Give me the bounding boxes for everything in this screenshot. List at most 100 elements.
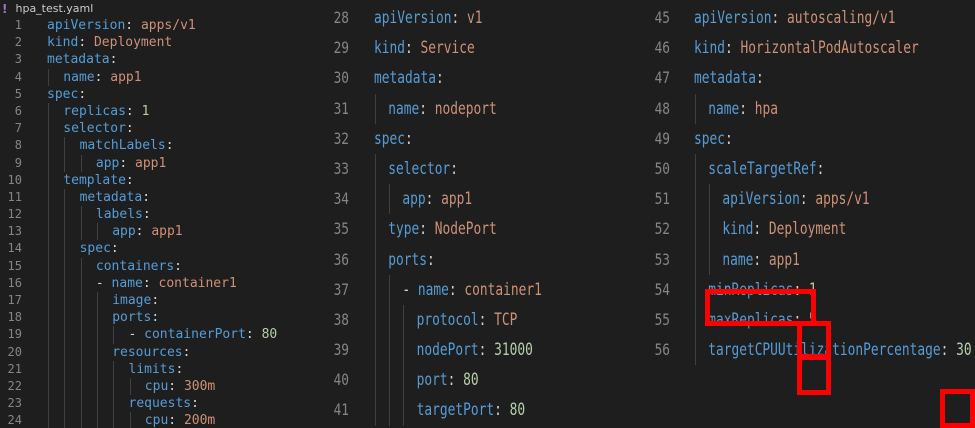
yaml-key: name — [722, 249, 754, 269]
code-line[interactable]: 4 name: app1 — [0, 68, 318, 86]
code-line[interactable]: 14 spec: — [0, 240, 318, 258]
code-line[interactable]: 9 app: app1 — [0, 154, 318, 172]
yaml-string-value: NodePort — [434, 219, 497, 239]
line-number: 4 — [14, 69, 22, 84]
code-lines[interactable]: 28 apiVersion: v1 29 kind: Service 30 metadat… — [325, 3, 640, 426]
code-text: - name: container1 — [374, 275, 541, 305]
code-line[interactable]: 52 kind: Deployment — [646, 214, 975, 245]
code-line[interactable]: 18 ports: — [0, 309, 318, 327]
yaml-punctuation: : — [135, 224, 152, 240]
yaml-string-value: 300m — [183, 378, 216, 394]
yaml-key: apiVersion — [47, 18, 126, 33]
line-number: 6 — [14, 103, 22, 118]
code-text: name: hpa — [694, 94, 778, 124]
yaml-punctuation: : — [816, 158, 825, 178]
code-line[interactable]: 5 spec: — [0, 86, 318, 103]
code-line[interactable]: 34 app: app1 — [325, 184, 640, 215]
editor-pane-service[interactable]: 28 apiVersion: v1 29 kind: Service 30 metadat… — [325, 0, 640, 428]
yaml-number-value: 31000 — [494, 340, 533, 360]
file-tab[interactable]: ! hpa_test.yaml — [0, 0, 318, 17]
code-lines[interactable]: 1 apiVersion: apps/v1 2 kind: Deployment 3 me… — [0, 17, 318, 428]
line-number: 22 — [7, 378, 22, 393]
code-line[interactable]: 24 cpu: 200m — [0, 412, 318, 428]
code-line[interactable]: 13 app: app1 — [0, 223, 318, 241]
code-line[interactable]: 7 selector: — [0, 120, 318, 138]
line-number: 52 — [654, 219, 670, 239]
code-line[interactable]: 8 matchLabels: — [0, 137, 318, 155]
code-line[interactable]: 22 cpu: 300m — [0, 377, 318, 396]
editor-pane-deployment[interactable]: ! hpa_test.yaml 1 apiVersion: apps/v1 2 kin… — [0, 0, 318, 428]
code-line[interactable]: 23 requests: — [0, 395, 318, 413]
code-line[interactable]: 32 spec: — [325, 124, 640, 154]
code-line[interactable]: 35 type: NodePort — [325, 214, 640, 245]
yaml-file-icon: ! — [2, 1, 8, 16]
yaml-string-value: container1 — [158, 275, 237, 291]
code-line[interactable]: 16 - name: container1 — [0, 274, 318, 292]
code-line[interactable]: 41 targetPort: 80 — [325, 395, 640, 426]
code-line[interactable]: 38 protocol: TCP — [325, 304, 640, 336]
code-text: replicas: 1 — [47, 103, 149, 120]
code-line[interactable]: 33 selector: — [325, 153, 640, 185]
yaml-punctuation: : — [142, 207, 151, 223]
yaml-key: scaleTargetRef — [708, 158, 817, 178]
code-line[interactable]: 11 metadata: — [0, 188, 318, 207]
yaml-key: apiVersion — [722, 189, 800, 209]
line-number: 13 — [7, 224, 22, 239]
code-line[interactable]: 37 - name: container1 — [325, 274, 640, 305]
yaml-key: requests — [128, 396, 192, 412]
code-line[interactable]: 51 apiVersion: apps/v1 — [646, 184, 975, 215]
line-number: 12 — [7, 207, 22, 222]
code-line[interactable]: 2 kind: Deployment — [0, 34, 318, 51]
yaml-number-value: 30 — [956, 340, 972, 360]
code-line[interactable]: 36 ports: — [325, 244, 640, 275]
yaml-punctuation: : — [174, 258, 182, 274]
code-text: protocol: TCP — [374, 305, 518, 335]
code-line[interactable]: 28 apiVersion: v1 — [325, 3, 640, 33]
code-line[interactable]: 45 apiVersion: autoscaling/v1 — [646, 3, 975, 33]
code-line[interactable]: 31 name: nodeport — [325, 93, 640, 124]
code-text: targetCPUUtilizationPercentage: 30 — [694, 335, 972, 365]
code-line[interactable]: 39 nodePort: 31000 — [325, 335, 640, 366]
yaml-string-value: apps/v1 — [815, 189, 870, 209]
code-line[interactable]: 12 labels: — [0, 206, 318, 224]
yaml-punctuation: : — [425, 189, 442, 209]
line-number: 30 — [333, 68, 349, 88]
code-line[interactable]: 47 metadata: — [646, 63, 975, 93]
yaml-punctuation: : — [419, 98, 435, 118]
yaml-punctuation: : — [448, 279, 465, 299]
line-number: 31 — [333, 98, 349, 118]
code-line[interactable]: 49 spec: — [646, 124, 975, 154]
yaml-key: image — [112, 293, 152, 308]
line-number: 28 — [333, 8, 349, 27]
line-number: 20 — [7, 344, 22, 359]
code-line[interactable]: 3 metadata: — [0, 51, 318, 68]
code-line[interactable]: 53 name: app1 — [646, 244, 975, 275]
yaml-punctuation: : — [168, 378, 184, 394]
yaml-key: ports — [112, 310, 152, 326]
code-line[interactable]: 46 kind: HorizontalPodAutoscaler — [646, 33, 975, 63]
code-line[interactable]: 1 apiVersion: apps/v1 — [0, 17, 318, 34]
code-line[interactable]: 20 resources: — [0, 343, 318, 361]
code-line[interactable]: 48 name: hpa — [646, 93, 975, 124]
line-number: 45 — [654, 8, 670, 27]
line-number: 7 — [14, 121, 22, 136]
yaml-punctuation: : — [78, 35, 94, 51]
code-line[interactable]: 17 image: — [0, 292, 318, 310]
code-line[interactable]: 29 kind: Service — [325, 33, 640, 63]
code-line[interactable]: 21 limits: — [0, 360, 318, 378]
yaml-string-value: Deployment — [768, 219, 847, 239]
code-line[interactable]: 10 template: — [0, 171, 318, 189]
code-text: scaleTargetRef: — [694, 154, 824, 184]
code-text: spec: — [47, 240, 119, 257]
yaml-key: name — [388, 98, 420, 118]
code-line[interactable]: 15 containers: — [0, 257, 318, 275]
code-text: matchLabels: — [47, 137, 174, 154]
yaml-punctuation: : — [125, 172, 134, 188]
code-line[interactable]: 50 scaleTargetRef: — [646, 153, 975, 185]
code-line[interactable]: 30 metadata: — [325, 63, 640, 93]
highlight-box-target-cpu — [940, 389, 975, 428]
code-text: nodePort: 31000 — [374, 335, 533, 365]
code-line[interactable]: 40 port: 80 — [325, 365, 640, 396]
code-line[interactable]: 19 - containerPort: 80 — [0, 326, 318, 344]
code-line[interactable]: 6 replicas: 1 — [0, 102, 318, 121]
